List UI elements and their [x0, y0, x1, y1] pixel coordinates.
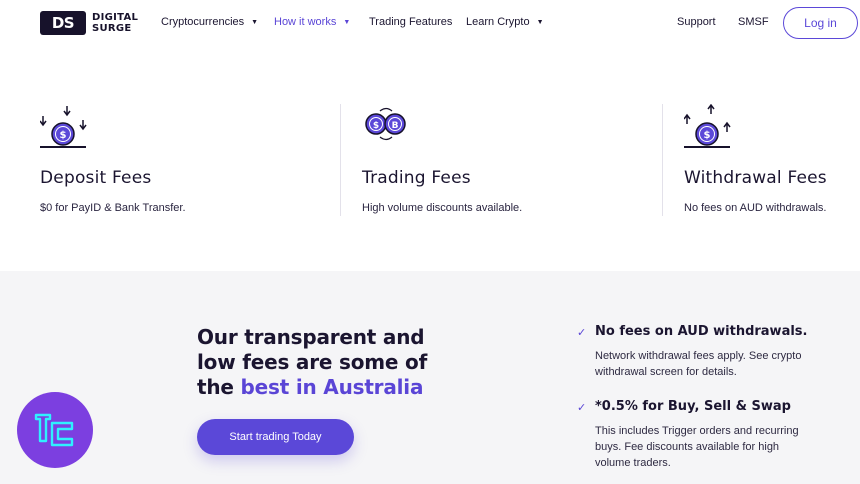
start-trading-button[interactable]: Start trading Today — [197, 419, 354, 455]
promo-headline: Our transparent and low fees are some of… — [197, 325, 427, 400]
divider — [340, 104, 341, 216]
fee-title: Deposit Fees — [40, 168, 152, 188]
fee-description: $0 for PayID & Bank Transfer. — [40, 202, 186, 214]
nav-support[interactable]: Support — [677, 16, 716, 28]
check-icon: ✓ — [577, 327, 587, 339]
nav-label: Learn Crypto — [466, 16, 530, 28]
logo-text: DIGITAL SURGE — [92, 12, 138, 34]
fee-description: High volume discounts available. — [362, 202, 523, 214]
nav-learn-crypto[interactable]: Learn Crypto ▼ — [466, 16, 544, 28]
headline-line-1: Our transparent and — [197, 325, 425, 349]
deposit-coin-icon: $ — [39, 106, 87, 148]
svg-text:B: B — [392, 121, 399, 131]
nav-label: Cryptocurrencies — [161, 16, 245, 28]
brand-logo[interactable]: DS DIGITAL SURGE — [40, 11, 138, 35]
fee-title: Trading Fees — [362, 168, 471, 188]
nav-smsf[interactable]: SMSF — [738, 16, 769, 28]
feature-title: *0.5% for Buy, Sell & Swap — [595, 399, 791, 414]
headline-prefix: the — [197, 375, 241, 399]
tradingfinder-logo-icon — [17, 392, 93, 468]
fee-description: No fees on AUD withdrawals. — [684, 202, 827, 214]
nav-cryptocurrencies[interactable]: Cryptocurrencies ▼ — [161, 16, 258, 28]
fees-promo-section: Our transparent and low fees are some of… — [0, 271, 860, 484]
login-button[interactable]: Log in — [783, 7, 858, 39]
logo-line-2: SURGE — [92, 23, 132, 34]
caret-down-icon: ▼ — [343, 19, 351, 26]
feature-description: This includes Trigger orders and recurri… — [595, 425, 799, 469]
logo-line-1: DIGITAL — [92, 12, 139, 23]
trading-coins-icon: $ B — [365, 107, 406, 141]
fee-card-trading: $ B Trading Fees High volume discounts a… — [362, 104, 522, 214]
headline-line-3: the best in Australia — [197, 375, 427, 400]
fee-card-withdrawal: $ Withdrawal Fees No fees on AUD withdra… — [683, 103, 827, 214]
nav-label: Trading Features — [369, 16, 453, 28]
headline-highlight: best in Australia — [240, 375, 424, 399]
caret-down-icon: ▼ — [536, 19, 544, 26]
nav-label: How it works — [274, 16, 337, 28]
feature-title: No fees on AUD withdrawals. — [595, 324, 808, 339]
nav-trading-features[interactable]: Trading Features — [369, 16, 452, 28]
tf-mark — [34, 413, 74, 447]
caret-down-icon: ▼ — [251, 19, 259, 26]
withdrawal-coin-icon: $ — [683, 103, 731, 148]
fee-card-deposit: $ Deposit Fees $0 for PayID & Bank Trans… — [39, 104, 186, 214]
logo-mark: DS — [40, 11, 86, 35]
fee-title: Withdrawal Fees — [684, 168, 827, 188]
nav-label: SMSF — [738, 16, 769, 28]
divider — [662, 104, 663, 216]
nav-label: Support — [677, 16, 716, 28]
check-icon: ✓ — [577, 402, 587, 414]
headline-line-2: low fees are some of — [197, 350, 428, 374]
nav-how-it-works[interactable]: How it works ▼ — [274, 16, 350, 28]
svg-text:$: $ — [704, 130, 711, 141]
svg-text:$: $ — [373, 121, 379, 131]
svg-text:$: $ — [60, 130, 67, 141]
top-nav: DS DIGITAL SURGE Cryptocurrencies ▼ How i… — [0, 0, 860, 46]
feature-description: Network withdrawal fees apply. See crypt… — [595, 350, 802, 378]
